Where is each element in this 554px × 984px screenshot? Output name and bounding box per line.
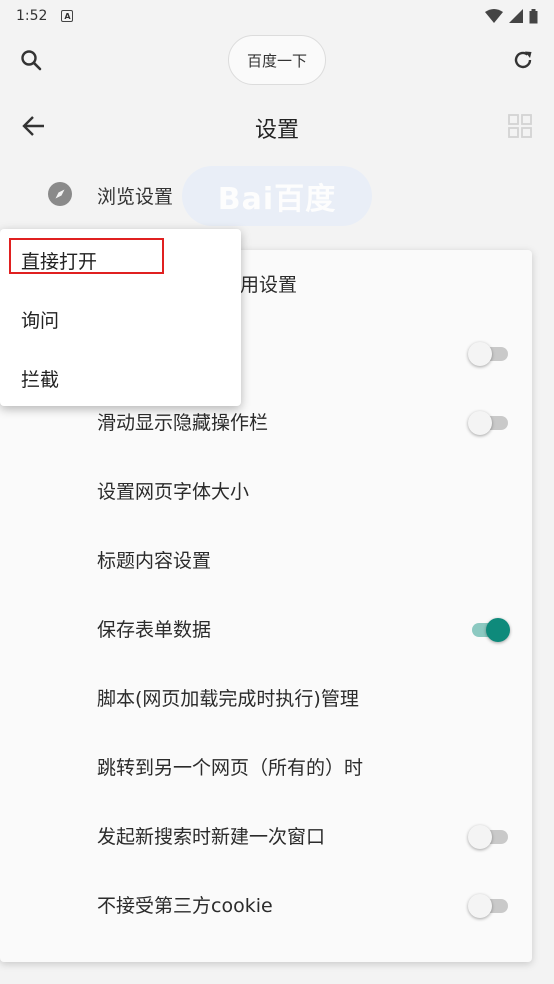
toggle-switch[interactable] bbox=[468, 411, 510, 435]
settings-row-label: 脚本(网页加载完成时执行)管理 bbox=[97, 688, 359, 710]
grid-icon[interactable] bbox=[508, 114, 532, 142]
search-icon[interactable] bbox=[17, 46, 45, 74]
popup-menu: 直接打开 询问 拦截 bbox=[0, 229, 241, 406]
refresh-icon[interactable] bbox=[509, 46, 537, 74]
menu-item-open-directly[interactable]: 直接打开 bbox=[0, 229, 241, 288]
settings-row-label: 标题内容设置 bbox=[97, 550, 212, 572]
battery-icon bbox=[529, 8, 538, 23]
toggle-switch[interactable] bbox=[468, 342, 510, 366]
toggle-switch[interactable] bbox=[468, 894, 510, 918]
settings-row-third-party-cookie[interactable]: 不接受第三方cookie bbox=[0, 871, 532, 940]
settings-row-label: 发起新搜索时新建一次窗口 bbox=[97, 826, 326, 848]
signal-icon bbox=[509, 9, 523, 23]
toggle-switch[interactable] bbox=[468, 825, 510, 849]
browser-toolbar: 百度一下 bbox=[0, 32, 554, 88]
settings-row-label: 跳转到另一个网页（所有的）时 bbox=[97, 757, 364, 779]
settings-row-label: 设置网页字体大小 bbox=[97, 481, 250, 503]
wifi-icon bbox=[485, 9, 503, 23]
settings-row-script-management[interactable]: 脚本(网页加载完成时执行)管理 bbox=[0, 664, 532, 733]
menu-item-ask[interactable]: 询问 bbox=[0, 288, 241, 347]
settings-row-new-window[interactable]: 发起新搜索时新建一次窗口 bbox=[0, 802, 532, 871]
toggle-switch[interactable] bbox=[470, 618, 510, 642]
settings-row-redirect[interactable]: 跳转到另一个网页（所有的）时 bbox=[0, 733, 532, 802]
status-time: 1:52 bbox=[16, 8, 48, 24]
settings-header: 设置 bbox=[0, 98, 554, 154]
page-title: 设置 bbox=[254, 118, 299, 143]
menu-item-label: 拦截 bbox=[21, 369, 60, 391]
highlight-box bbox=[9, 238, 164, 274]
menu-item-label: 询问 bbox=[21, 310, 60, 332]
status-bar: 1:52 A bbox=[0, 0, 554, 32]
browse-settings-row[interactable]: 浏览设置 bbox=[0, 172, 554, 220]
settings-row-font-size[interactable]: 设置网页字体大小 bbox=[0, 457, 532, 526]
baidu-search-button[interactable]: 百度一下 bbox=[228, 35, 326, 85]
browse-settings-label: 浏览设置 bbox=[97, 186, 174, 208]
settings-row-label: 保存表单数据 bbox=[97, 619, 212, 641]
a-notification-icon: A bbox=[61, 10, 74, 22]
status-right-icons bbox=[485, 8, 538, 24]
settings-row-label: 不接受第三方cookie bbox=[97, 895, 273, 917]
settings-row-save-form-data[interactable]: 保存表单数据 bbox=[0, 595, 532, 664]
menu-item-block[interactable]: 拦截 bbox=[0, 347, 241, 406]
settings-row-label: 滑动显示隐藏操作栏 bbox=[97, 412, 269, 434]
search-button-label: 百度一下 bbox=[246, 51, 307, 70]
settings-row-title-content[interactable]: 标题内容设置 bbox=[0, 526, 532, 595]
compass-icon bbox=[46, 180, 74, 212]
settings-row-label: 用设置 bbox=[240, 274, 298, 296]
